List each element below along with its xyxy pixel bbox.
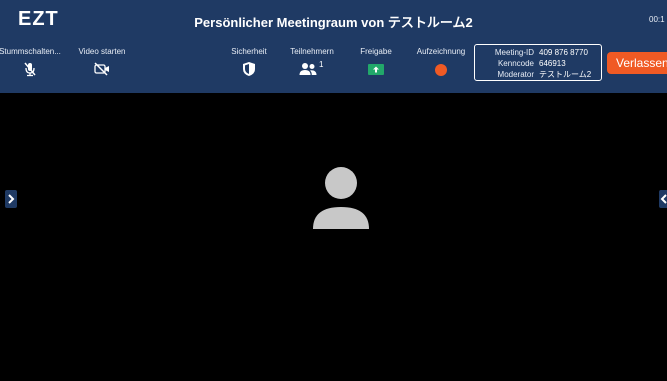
start-video-button[interactable]: Video starten	[74, 47, 130, 77]
chevron-left-icon	[659, 194, 667, 212]
people-icon: 1	[299, 60, 325, 77]
open-sidebar-tab[interactable]	[5, 190, 17, 208]
camera-off-icon	[93, 61, 111, 77]
meeting-timer: 00:1	[649, 15, 665, 24]
passcode-value: 646913	[539, 59, 566, 68]
open-right-panel-tab[interactable]	[659, 190, 667, 208]
host-value: テストルーム2	[539, 70, 592, 79]
host-key: Moderator	[497, 70, 534, 79]
meeting-toolbar: EZT Persönlicher Meetingraum von テストルーム2…	[0, 0, 667, 93]
leave-button[interactable]: Verlassen	[607, 52, 667, 74]
record-label: Aufzeichnung	[416, 47, 466, 56]
record-button[interactable]: Aufzeichnung	[412, 47, 470, 77]
share-button[interactable]: Freigabe	[356, 47, 396, 77]
mute-label: Stummschalten...	[0, 47, 61, 56]
meeting-id-key: Meeting-ID	[494, 48, 534, 57]
participants-button[interactable]: Teilnehmern 1	[286, 47, 338, 77]
shield-icon	[242, 61, 256, 77]
meeting-info-panel: Meeting-ID 409 876 8770 Kenncode 646913 …	[474, 44, 602, 81]
video-area	[0, 93, 667, 381]
user-avatar-icon	[312, 165, 370, 231]
passcode-key: Kenncode	[497, 59, 534, 68]
mute-button[interactable]: Stummschalten...	[0, 47, 66, 77]
participants-count: 1	[319, 60, 324, 69]
share-label: Freigabe	[360, 47, 392, 56]
share-screen-icon	[367, 61, 385, 77]
meeting-id-value: 409 876 8770	[539, 48, 588, 57]
chevron-right-icon	[5, 194, 17, 212]
video-label: Video starten	[78, 47, 126, 56]
security-label: Sicherheit	[231, 47, 267, 56]
meeting-room-title: Persönlicher Meetingraum von テストルーム2	[194, 15, 473, 30]
record-dot-icon	[434, 61, 448, 77]
microphone-muted-icon	[22, 61, 38, 77]
participants-label: Teilnehmern	[290, 47, 334, 56]
security-button[interactable]: Sicherheit	[226, 47, 272, 77]
